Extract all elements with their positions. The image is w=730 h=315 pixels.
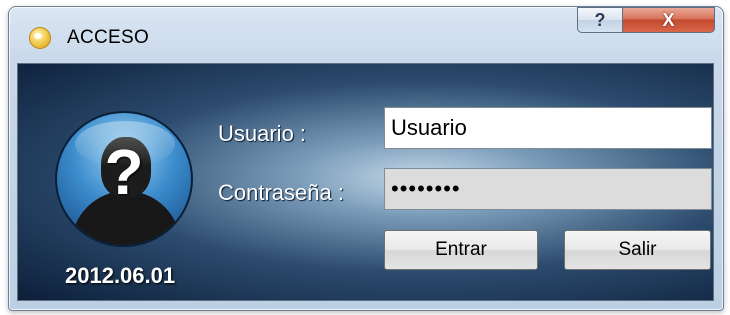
date-label: 2012.06.01 bbox=[65, 263, 176, 288]
password-label: Contraseña : bbox=[218, 180, 344, 205]
app-circle-icon bbox=[29, 27, 51, 49]
username-input[interactable] bbox=[384, 107, 712, 149]
exit-button[interactable]: Salir bbox=[564, 230, 711, 270]
close-button[interactable]: X bbox=[623, 7, 715, 33]
title-bar[interactable]: ACCESO ? X bbox=[9, 7, 723, 63]
username-label: Usuario : bbox=[218, 121, 307, 146]
help-button[interactable]: ? bbox=[577, 7, 623, 33]
login-window: ACCESO ? X ? 2012.06.01 Usuario : Contra… bbox=[8, 6, 724, 311]
enter-button[interactable]: Entrar bbox=[384, 230, 538, 270]
unknown-user-icon: ? bbox=[55, 111, 193, 247]
caption-buttons: ? X bbox=[577, 7, 715, 33]
avatar-question-mark: ? bbox=[104, 136, 144, 208]
window-title: ACCESO bbox=[67, 27, 150, 48]
login-panel: ? 2012.06.01 Usuario : Contraseña : Entr… bbox=[17, 63, 714, 301]
password-input[interactable] bbox=[384, 168, 712, 210]
